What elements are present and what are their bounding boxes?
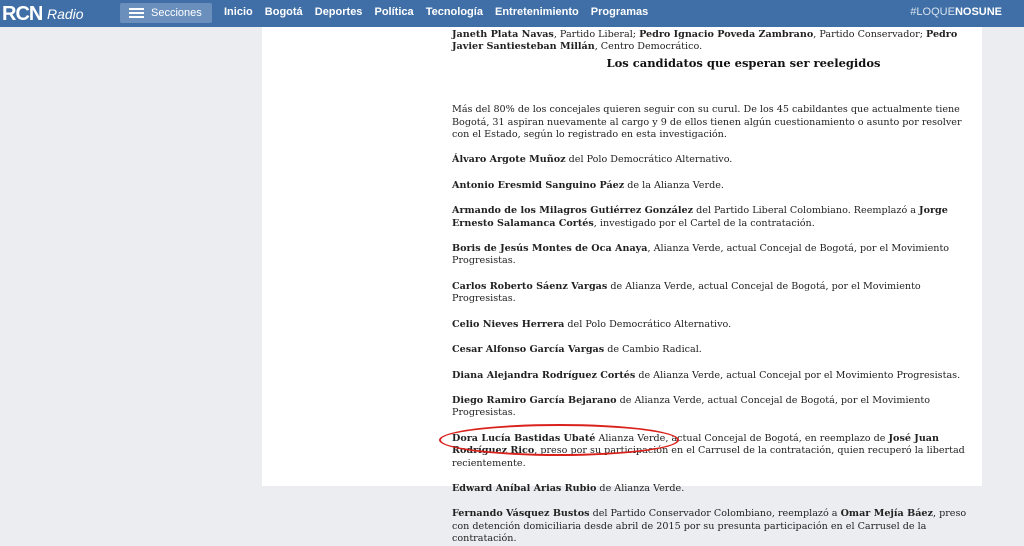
text: , investigado por el Cartel de la contra… bbox=[593, 217, 815, 229]
logo-text: RCN bbox=[2, 3, 43, 25]
text: , Partido Liberal; bbox=[553, 29, 640, 40]
candidate-name: Cesar Alfonso García Vargas bbox=[452, 344, 605, 356]
top-navigation-bar: RCN Radio Secciones Inicio Bogotá Deport… bbox=[0, 0, 1024, 27]
candidate-name: Fernando Vásquez Bustos bbox=[452, 508, 590, 520]
intro-paragraph: Janeth Plata Navas, Partido Liberal; Ped… bbox=[452, 29, 977, 54]
candidate-entry: Cesar Alfonso García Vargas de Cambio Ra… bbox=[452, 344, 977, 356]
candidate-name: Diana Alejandra Rodríguez Cortés bbox=[452, 369, 636, 381]
hashtag-link[interactable]: #LOQUENOSUNE bbox=[910, 6, 1002, 18]
section-subheading: Los candidatos que esperan ser reelegido… bbox=[606, 55, 881, 70]
nav-link-deportes[interactable]: Deportes bbox=[315, 6, 363, 18]
main-nav: Inicio Bogotá Deportes Política Tecnolog… bbox=[224, 6, 657, 18]
text: , Partido Conservador; bbox=[813, 29, 926, 40]
candidate-entry: Carlos Roberto Sáenz Vargas de Alianza V… bbox=[452, 281, 977, 306]
nav-link-politica[interactable]: Política bbox=[375, 6, 414, 18]
sections-label: Secciones bbox=[151, 7, 202, 19]
candidate-name: Armando de los Milagros Gutiérrez Gonzál… bbox=[452, 205, 694, 217]
candidate-name: Janeth Plata Navas bbox=[452, 29, 554, 40]
candidate-entry: Armando de los Milagros Gutiérrez Gonzál… bbox=[452, 205, 977, 230]
candidate-entry: Boris de Jesús Montes de Oca Anaya, Alia… bbox=[452, 243, 977, 268]
text: del Polo Democrático Alternativo. bbox=[564, 318, 732, 330]
nav-link-programas[interactable]: Programas bbox=[591, 6, 648, 18]
candidate-entry: Antonio Eresmid Sanguino Páez de la Alia… bbox=[452, 180, 977, 192]
red-highlight-ellipse bbox=[439, 424, 679, 456]
candidate-name: Álvaro Argote Muñoz bbox=[452, 154, 566, 166]
article-body: Janeth Plata Navas, Partido Liberal; Ped… bbox=[262, 27, 982, 544]
text: del Polo Democrático Alternativo. bbox=[565, 154, 733, 166]
article-content: Janeth Plata Navas, Partido Liberal; Ped… bbox=[452, 29, 977, 546]
nav-link-inicio[interactable]: Inicio bbox=[224, 6, 253, 18]
candidate-name: Carlos Roberto Sáenz Vargas bbox=[452, 280, 608, 292]
text: del Partido Liberal Colombiano. Reemplaz… bbox=[693, 205, 920, 217]
logo-subtext: Radio bbox=[47, 6, 84, 22]
text: , Centro Democrático. bbox=[594, 41, 703, 53]
candidate-entry: Celio Nieves Herrera del Polo Democrátic… bbox=[452, 319, 977, 331]
candidate-name: Boris de Jesús Montes de Oca Anaya bbox=[452, 243, 648, 255]
candidate-name: Antonio Eresmid Sanguino Páez bbox=[452, 179, 625, 191]
text: de la Alianza Verde. bbox=[624, 179, 724, 191]
rcn-radio-logo[interactable]: RCN Radio bbox=[0, 0, 110, 27]
nav-link-tecnologia[interactable]: Tecnología bbox=[426, 6, 483, 18]
candidate-name: Omar Mejía Báez bbox=[840, 508, 933, 520]
candidate-name: Edward Aníbal Arias Rubio bbox=[452, 482, 597, 494]
candidate-name: Diego Ramiro García Bejarano bbox=[452, 394, 617, 406]
lead-paragraph: Más del 80% de los concejales quieren se… bbox=[452, 104, 962, 141]
nav-link-entretenimiento[interactable]: Entretenimiento bbox=[495, 6, 579, 18]
candidate-entry: Fernando Vásquez Bustos del Partido Cons… bbox=[452, 508, 977, 545]
sections-menu-button[interactable]: Secciones bbox=[120, 3, 212, 23]
candidate-entry: Diana Alejandra Rodríguez Cortés de Alia… bbox=[452, 370, 977, 382]
nav-link-bogota[interactable]: Bogotá bbox=[265, 6, 303, 18]
text: del Partido Conservador Colombiano, reem… bbox=[589, 508, 841, 520]
candidate-name: Pedro Ignacio Poveda Zambrano bbox=[639, 29, 814, 40]
candidate-entry-highlighted: Edward Aníbal Arias Rubio de Alianza Ver… bbox=[452, 483, 977, 495]
text: de Cambio Radical. bbox=[604, 344, 702, 356]
hashtag-prefix: #LOQUE bbox=[910, 6, 955, 18]
hamburger-icon bbox=[129, 8, 144, 18]
candidate-name: Celio Nieves Herrera bbox=[452, 318, 565, 330]
candidate-entry: Álvaro Argote Muñoz del Polo Democrático… bbox=[452, 154, 977, 166]
text: de Alianza Verde. bbox=[596, 482, 685, 494]
hashtag-suffix: NOSUNE bbox=[954, 6, 1002, 18]
candidate-entry: Diego Ramiro García Bejarano de Alianza … bbox=[452, 395, 977, 420]
text: de Alianza Verde, actual Concejal por el… bbox=[635, 369, 961, 381]
